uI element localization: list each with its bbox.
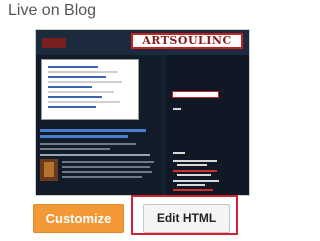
preview-post-thumbnail-figure — [44, 162, 54, 177]
shot-line — [48, 81, 122, 83]
sidebar-line — [177, 184, 205, 186]
sidebar-line — [173, 189, 213, 191]
preview-post-text — [62, 166, 150, 168]
sidebar-line — [173, 180, 219, 182]
sidebar-line — [173, 170, 217, 172]
shot-line — [48, 101, 120, 103]
shot-line — [48, 66, 98, 68]
shot-line — [48, 106, 96, 108]
preview-blog-logo: ARTSOULINC — [131, 33, 243, 49]
preview-post-text — [40, 148, 110, 150]
preview-post-text — [40, 143, 136, 145]
sidebar-line — [173, 152, 185, 154]
preview-post-text — [62, 176, 142, 178]
shot-line — [48, 86, 92, 88]
preview-post-thumbnail — [40, 159, 58, 181]
sidebar-line — [173, 108, 181, 110]
preview-post-text — [62, 171, 152, 173]
customize-button[interactable]: Customize — [33, 204, 124, 233]
sidebar-line — [173, 160, 217, 162]
preview-main-column — [36, 55, 162, 195]
preview-post-link — [40, 129, 146, 132]
preview-blog-header: ARTSOULINC — [36, 30, 249, 55]
blog-preview-thumbnail[interactable]: ARTSOULINC — [35, 29, 250, 196]
live-on-blog-heading: Live on Blog — [8, 2, 97, 19]
shot-line — [48, 71, 118, 73]
sidebar-line — [177, 164, 207, 166]
edit-html-button[interactable]: Edit HTML — [143, 204, 230, 233]
sidebar-line — [177, 174, 211, 176]
preview-sidebar — [166, 55, 249, 195]
preview-post-link — [40, 135, 128, 138]
preview-post-text — [62, 161, 154, 163]
shot-line — [48, 96, 102, 98]
preview-embedded-screenshot — [41, 59, 139, 120]
preview-post-heading — [40, 154, 150, 156]
shot-line — [48, 91, 114, 93]
preview-header-accent — [42, 38, 66, 48]
preview-search-box — [172, 91, 219, 98]
shot-line — [48, 76, 106, 78]
